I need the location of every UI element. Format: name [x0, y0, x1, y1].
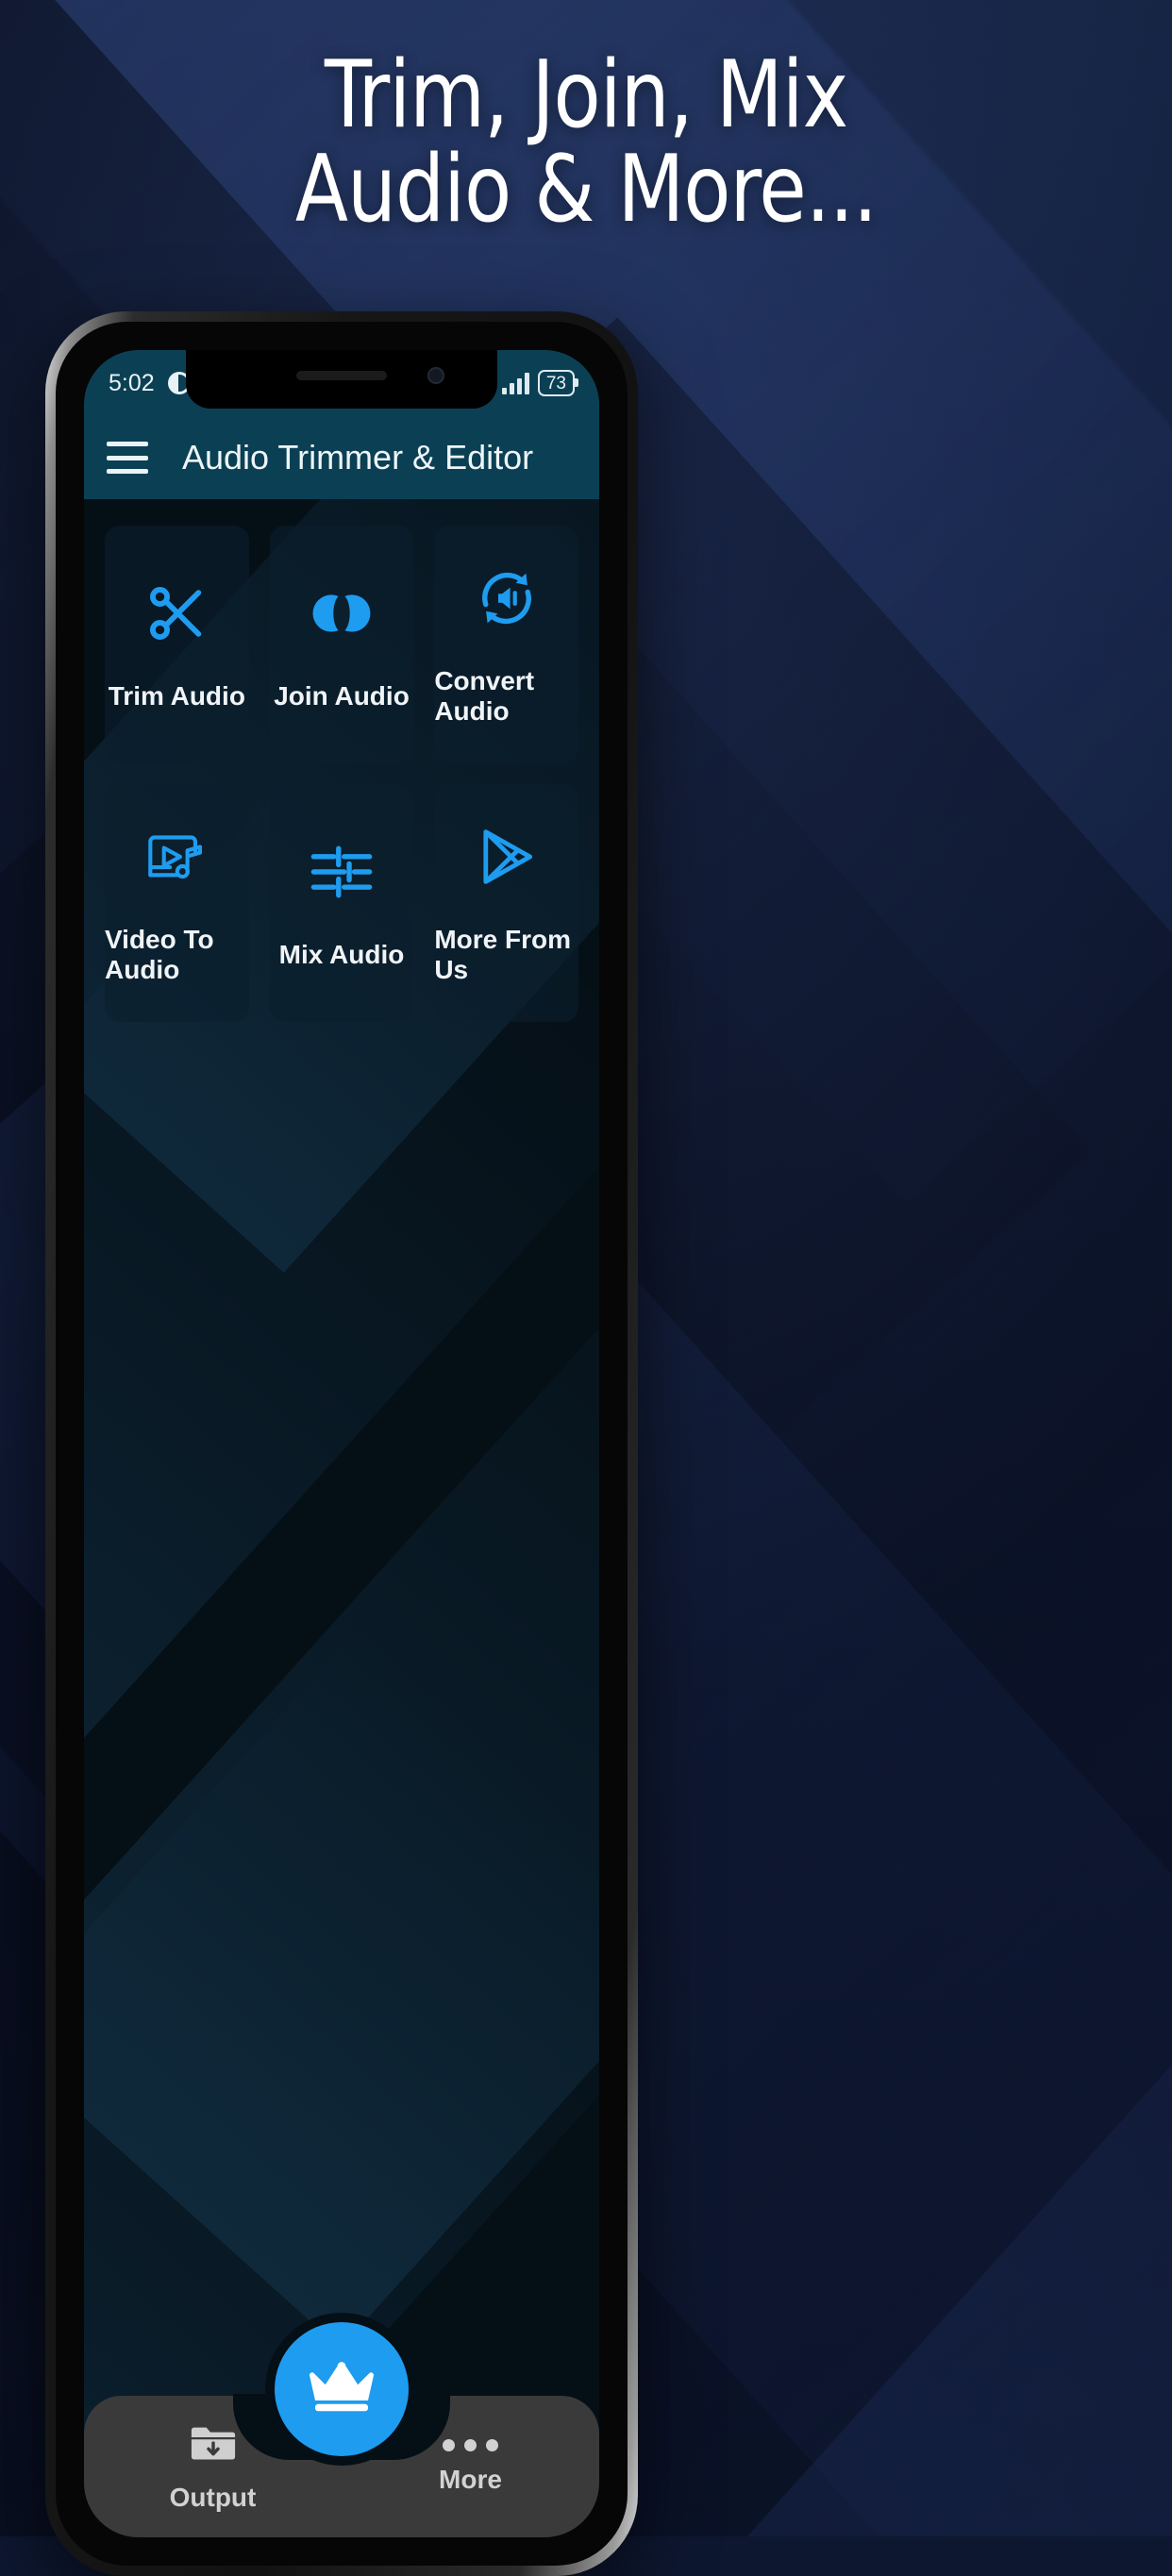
signal-bars-icon — [501, 372, 529, 394]
hamburger-menu-icon[interactable] — [107, 442, 148, 474]
venn-circles-icon — [307, 577, 377, 649]
tile-label: Video To Audio — [105, 925, 214, 984]
app-content: Trim Audio Join Audio Convert Audio Vide… — [84, 499, 599, 2537]
promo-headline-line-1: Trim, Join, Mix — [324, 42, 848, 149]
phone-notch — [186, 350, 497, 409]
status-bar-left: 5:02 — [109, 370, 191, 397]
battery-icon: 73 — [537, 370, 579, 396]
scissors-icon — [143, 577, 209, 649]
nav-item-label: Output — [169, 2482, 257, 2512]
front-camera-icon — [427, 367, 444, 384]
tile-trim-audio[interactable]: Trim Audio — [105, 526, 249, 763]
phone-screen: 5:02 LTE2 73 Audio Trimmer & Editor — [84, 350, 599, 2537]
phone-bezel: 5:02 LTE2 73 Audio Trimmer & Editor — [56, 322, 628, 2566]
folder-download-icon — [190, 2421, 237, 2469]
crown-icon — [309, 2359, 375, 2420]
tile-label: Convert Audio — [434, 666, 535, 726]
speaker-refresh-icon — [473, 562, 541, 634]
page-title: Audio Trimmer & Editor — [182, 438, 534, 477]
more-dots-icon — [443, 2438, 498, 2451]
tile-label: Trim Audio — [108, 681, 245, 711]
tile-mix-audio[interactable]: Mix Audio — [269, 784, 414, 1022]
feature-grid: Trim Audio Join Audio Convert Audio Vide… — [84, 499, 599, 1022]
tile-label: Mix Audio — [278, 940, 405, 969]
premium-fab-button[interactable] — [275, 2322, 409, 2456]
promo-headline-line-2: Audio & More... — [294, 135, 878, 243]
app-bar: Audio Trimmer & Editor — [84, 416, 599, 499]
tile-label: Join Audio — [274, 681, 410, 711]
sliders-icon — [309, 836, 375, 908]
tile-convert-audio[interactable]: Convert Audio — [434, 526, 578, 763]
google-play-icon — [473, 821, 541, 893]
tile-join-audio[interactable]: Join Audio — [269, 526, 414, 763]
tile-video-to-audio[interactable]: Video To Audio — [105, 784, 249, 1022]
status-time: 5:02 — [109, 369, 155, 396]
nav-item-label: More — [439, 2464, 502, 2494]
phone-mockup: 5:02 LTE2 73 Audio Trimmer & Editor — [45, 311, 638, 2576]
earpiece-speaker — [296, 371, 387, 380]
tile-label: More From Us — [434, 925, 572, 984]
promo-headline: Trim, Join, Mix Audio & More... — [0, 42, 1172, 243]
tile-more-from-us[interactable]: More From Us — [434, 784, 578, 1022]
video-music-icon — [142, 821, 210, 893]
